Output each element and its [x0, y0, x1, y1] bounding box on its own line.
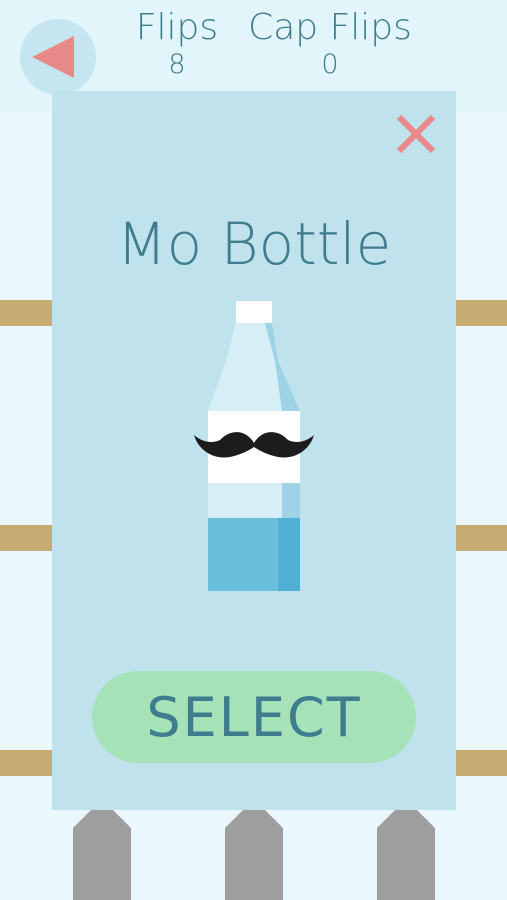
bottle-image	[194, 301, 314, 591]
shelf-left	[0, 750, 52, 776]
select-button[interactable]: SELECT	[92, 671, 416, 763]
flips-label: Flips	[135, 7, 219, 48]
back-button[interactable]	[20, 19, 96, 95]
post	[377, 810, 435, 900]
cap-flips-value: 0	[321, 49, 339, 80]
flips-counter: Flips 8	[128, 6, 226, 80]
close-icon	[396, 114, 436, 154]
shelf-left	[0, 525, 52, 551]
bottle-name: Mo Bottle	[116, 210, 392, 278]
shelf-right	[456, 525, 507, 551]
bottle-preview-panel: Mo Bottle SELECT	[52, 91, 456, 810]
cap-flips-label: Cap Flips	[248, 7, 412, 48]
bottle-cap	[236, 301, 272, 323]
shelf-left	[0, 300, 52, 326]
shelf-right	[456, 300, 507, 326]
cap-flips-counter: Cap Flips 0	[244, 6, 416, 80]
shelf-right	[456, 750, 507, 776]
back-arrow-icon	[32, 36, 74, 78]
flips-value: 8	[168, 49, 186, 80]
post	[73, 810, 131, 900]
close-button[interactable]	[395, 113, 437, 155]
post	[225, 810, 283, 900]
